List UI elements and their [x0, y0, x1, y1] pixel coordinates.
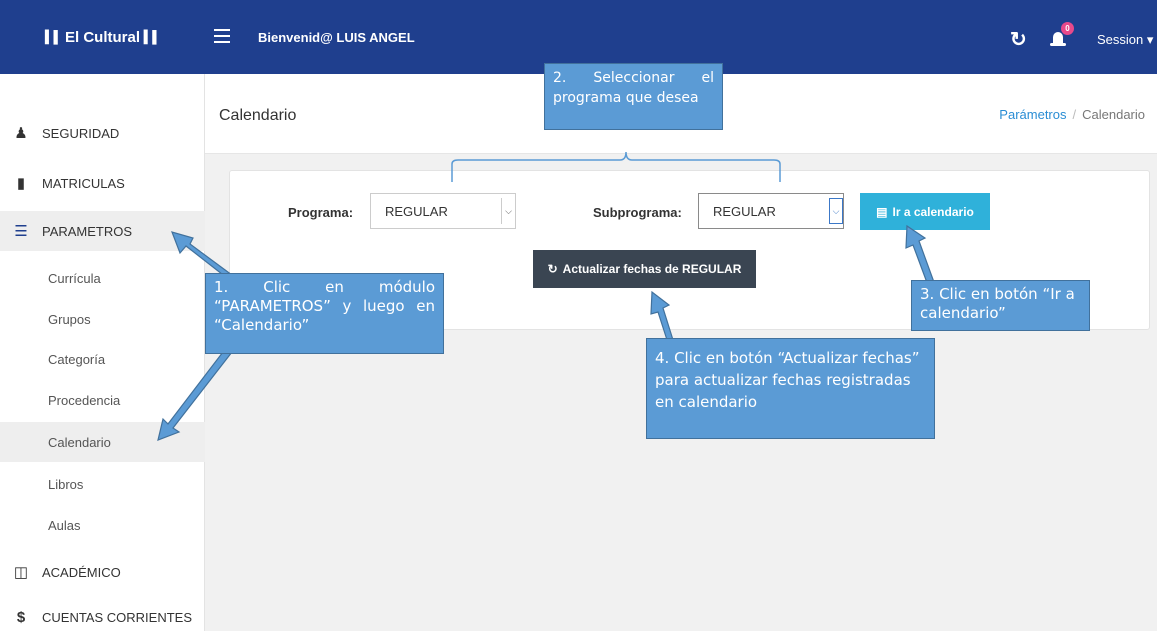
sidebar-item-parametros[interactable]: ☰ PARAMETROS: [0, 211, 205, 251]
brand-logo[interactable]: ▍▌ El Cultural ▍▌: [0, 0, 205, 74]
callout-step-4: 4. Clic en botón “Actualizar fechas” par…: [646, 338, 935, 439]
list-icon: ☰: [14, 223, 28, 240]
sidebar-item-label: PARAMETROS: [42, 223, 133, 239]
programa-select[interactable]: REGULAR ⌵: [370, 193, 516, 229]
ir-a-calendario-button[interactable]: ▤ Ir a calendario: [860, 193, 990, 230]
user-icon: ♟: [14, 125, 28, 142]
callout-step-3: 3. Clic en botón “Ir a calendario”: [911, 280, 1090, 331]
folder-open-icon: ◫: [13, 564, 29, 581]
chevron-down-icon: ⌵: [501, 198, 515, 224]
dollar-icon: $: [16, 608, 26, 626]
programa-select-value: REGULAR: [385, 203, 448, 219]
sidebar-subitem-procedencia[interactable]: Procedencia: [0, 380, 205, 420]
brand-name: El Cultural: [64, 28, 140, 46]
ir-a-calendario-label: Ir a calendario: [892, 204, 974, 219]
subprograma-label: Subprograma:: [593, 205, 682, 220]
menu-toggle-icon[interactable]: [214, 29, 230, 43]
calendar-icon: ▤: [876, 204, 888, 219]
callout-step-1: 1. Clic en módulo “PARAMETROS” y luego e…: [205, 273, 444, 354]
session-dropdown[interactable]: Session ▾: [1097, 32, 1153, 48]
subprograma-select-value: REGULAR: [713, 203, 776, 219]
sidebar: ♟ SEGURIDAD ▮ MATRICULAS ☰ PARAMETROS Cu…: [0, 74, 205, 631]
breadcrumb-current: Calendario: [1082, 107, 1145, 122]
refresh-icon[interactable]: ↻: [1010, 27, 1027, 52]
sidebar-item-label: MATRICULAS: [42, 175, 125, 191]
sidebar-item-label: SEGURIDAD: [42, 125, 120, 141]
sidebar-subitem-aulas[interactable]: Aulas: [0, 505, 205, 545]
chevron-down-icon: ⌵: [829, 198, 843, 224]
bar-chart-icon: ▍▌: [144, 30, 161, 44]
programa-label: Programa:: [288, 205, 354, 220]
sidebar-item-label: CUENTAS CORRIENTES: [42, 609, 192, 625]
sidebar-item-matriculas[interactable]: ▮ MATRICULAS: [0, 163, 205, 203]
subprograma-select[interactable]: REGULAR ⌵: [698, 193, 844, 229]
welcome-text: Bienvenid@ LUIS ANGEL: [258, 30, 415, 45]
notification-bell-icon[interactable]: 0: [1050, 22, 1074, 50]
actualizar-fechas-button[interactable]: ↻ Actualizar fechas de REGULAR: [533, 250, 756, 288]
sidebar-item-label: ACADÉMICO: [42, 564, 121, 580]
callout-step-2: 2. Seleccionar el programa que desea: [544, 63, 723, 130]
page-title: Calendario: [219, 107, 297, 124]
notification-badge: 0: [1061, 22, 1074, 35]
actualizar-fechas-label: Actualizar fechas de REGULAR: [562, 262, 742, 276]
sidebar-subitem-curricula[interactable]: Currícula: [0, 258, 205, 298]
sidebar-subitem-categoria[interactable]: Categoría: [0, 339, 205, 379]
sidebar-subitem-grupos[interactable]: Grupos: [0, 299, 205, 339]
bar-chart-icon: ▍▌: [45, 30, 62, 44]
sidebar-item-seguridad[interactable]: ♟ SEGURIDAD: [0, 113, 205, 153]
breadcrumb-link-parametros[interactable]: Parámetros: [999, 107, 1066, 122]
sidebar-subitem-calendario[interactable]: Calendario: [0, 422, 205, 462]
breadcrumb: Parámetros / Calendario: [999, 107, 1145, 122]
refresh-icon: ↻: [547, 262, 558, 276]
book-icon: ▮: [16, 175, 26, 192]
sidebar-subitem-libros[interactable]: Libros: [0, 464, 205, 504]
sidebar-item-academico[interactable]: ◫ ACADÉMICO: [0, 552, 205, 592]
sidebar-item-cuentas-corrientes[interactable]: $ CUENTAS CORRIENTES: [0, 597, 205, 631]
